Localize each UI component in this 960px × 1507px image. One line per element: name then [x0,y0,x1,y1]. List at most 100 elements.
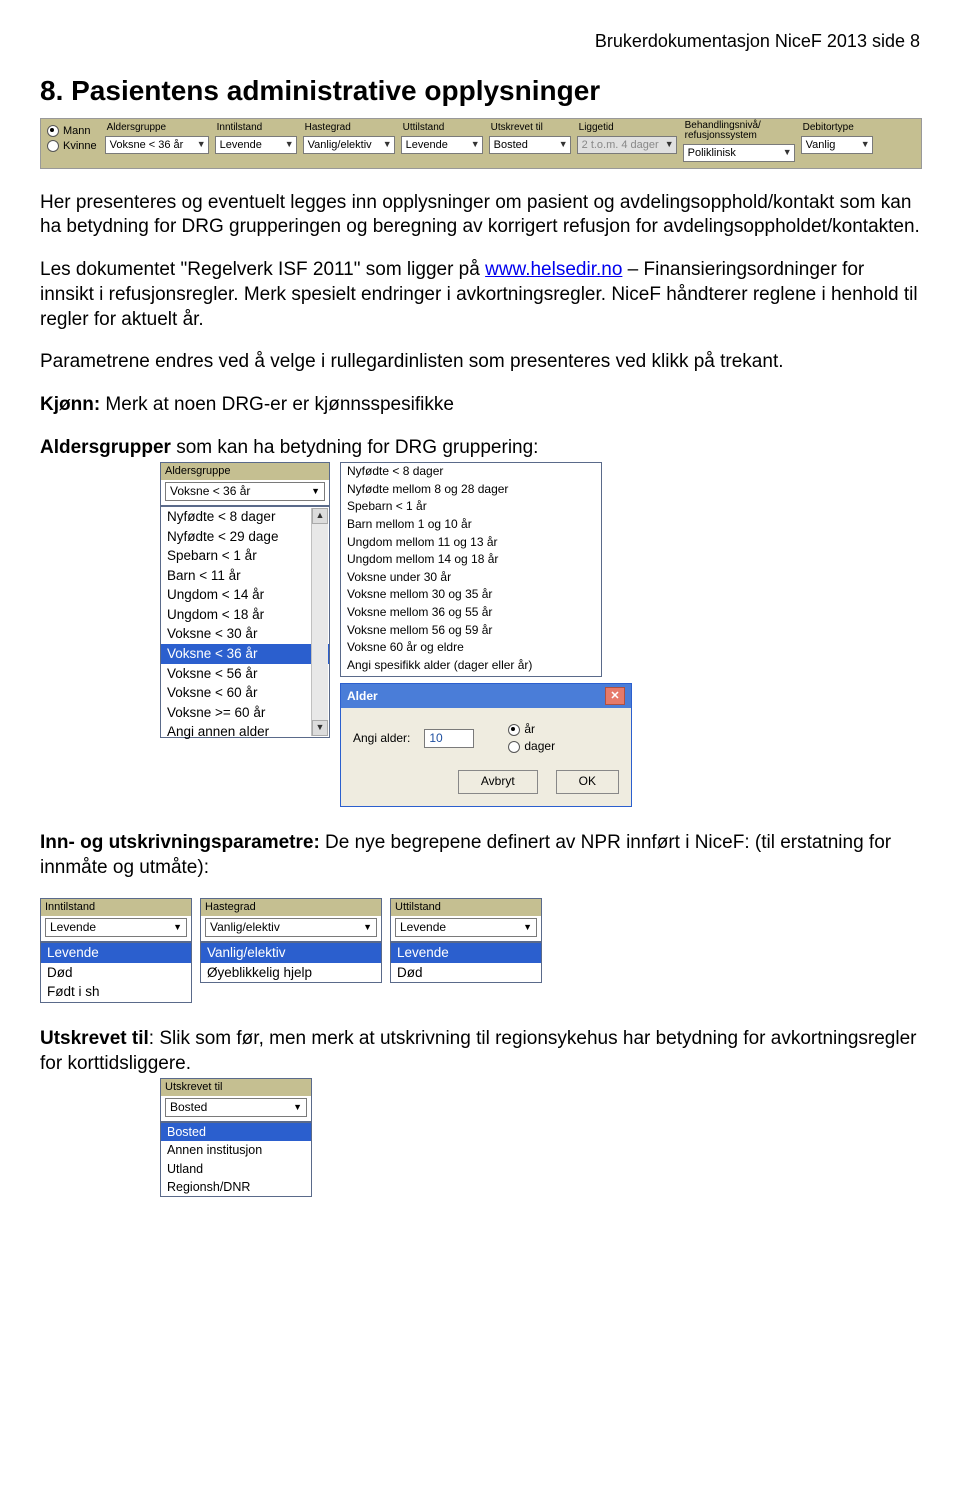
list-item[interactable]: Voksne < 36 år [161,644,329,664]
aldersgruppe-dropdown[interactable]: Voksne < 36 år ▼ [165,482,325,502]
list-item[interactable]: Nyfødte < 29 dage [161,527,329,547]
list-item[interactable]: Nyfødte mellom 8 og 28 dager [341,481,601,499]
utskrevet-dropdown[interactable]: Bosted ▼ [165,1098,307,1118]
list-item[interactable]: Voksne >= 60 år [161,703,329,723]
list-item[interactable]: Øyeblikkelig hjelp [201,963,381,983]
list-item[interactable]: Levende [41,943,191,963]
inntilstand-select[interactable]: Levende ▼ [215,136,297,154]
list-item[interactable]: Voksne < 30 år [161,624,329,644]
unit-dager[interactable]: dager [508,739,555,754]
list-item[interactable]: Voksne < 60 år [161,683,329,703]
list-item[interactable]: Nyfødte < 8 dager [161,507,329,527]
tb-value: Voksne < 36 år [110,138,184,152]
list-item[interactable]: Barn mellom 1 og 10 år [341,516,601,534]
scroll-up-icon[interactable]: ▲ [312,508,328,524]
tb-label: Uttilstand [401,121,483,134]
cancel-button[interactable]: Avbryt [458,770,538,794]
list-item[interactable]: Voksne 60 år og eldre [341,639,601,657]
scroll-down-icon[interactable]: ▼ [312,720,328,736]
uttilstand-select[interactable]: Levende▼ [401,136,483,154]
chevron-down-icon: ▼ [383,139,392,151]
body-paragraph: Les dokumentet "Regelverk ISF 2011" som … [40,258,920,332]
page-header: Brukerdokumentasjon NiceF 2013 side 8 [40,30,920,53]
debitortype-select[interactable]: Vanlig▼ [801,136,873,154]
list-item[interactable]: Død [391,963,541,983]
hastegrad-select[interactable]: Vanlig/elektiv▼ [303,136,395,154]
list-item[interactable]: Født i sh [41,982,191,1002]
tb-label: Behandlingsnivå/ refusjonssystem [683,121,795,142]
list-item[interactable]: Levende [391,943,541,963]
param-box: UttilstandLevende▼ [390,898,542,942]
aldersgruppe-select[interactable]: Voksne < 36 år ▼ [105,136,209,154]
chevron-down-icon: ▼ [523,922,532,934]
param-dropdown[interactable]: Vanlig/elektiv▼ [205,918,377,938]
radio-label: dager [524,739,555,755]
utskrevet-list[interactable]: BostedAnnen institusjonUtlandRegionsh/DN… [160,1122,312,1197]
list-item[interactable]: Ungdom < 14 år [161,585,329,605]
scrollbar[interactable]: ▲ ▼ [311,508,328,736]
list-item[interactable]: Barn < 11 år [161,566,329,586]
dialog-label: Angi alder: [353,731,410,747]
list-item[interactable]: Ungdom < 18 år [161,605,329,625]
param-dropdown[interactable]: Levende ▼ [395,918,537,938]
section-heading: 8. Pasientens administrative opplysninge… [40,73,920,109]
aldersgruppe-detail-list[interactable]: Nyfødte < 8 dagerNyfødte mellom 8 og 28 … [340,462,602,677]
param-list[interactable]: LevendeDød [390,942,542,983]
param-dropdown[interactable]: Levende▼ [45,918,187,938]
text: som kan ha betydning for DRG gruppering: [171,437,539,458]
body-paragraph: Aldersgrupper som kan ha betydning for D… [40,436,920,461]
list-item[interactable]: Ungdom mellom 14 og 18 år [341,551,601,569]
param-list[interactable]: Vanlig/elektivØyeblikkelig hjelp [200,942,382,983]
list-item[interactable]: Angi spesifikk alder (dager eller år) [341,657,601,675]
alder-input[interactable]: 10 [424,729,474,749]
list-item[interactable]: Vanlig/elektiv [201,943,381,963]
list-item[interactable]: Ungdom mellom 11 og 13 år [341,534,601,552]
gender-mann[interactable]: Mann [47,124,97,139]
list-item[interactable]: Spebarn < 1 år [341,498,601,516]
list-item[interactable]: Voksne mellom 30 og 35 år [341,586,601,604]
aldersgruppe-list[interactable]: Nyfødte < 8 dagerNyfødte < 29 dageSpebar… [160,506,330,738]
body-paragraph: Her presenteres og eventuelt legges inn … [40,191,920,240]
gender-mann-label: Mann [63,124,91,138]
list-item[interactable]: Bosted [161,1123,311,1141]
body-paragraph: Inn- og utskrivningsparametre: De nye be… [40,831,920,880]
list-item[interactable]: Voksne under 30 år [341,569,601,587]
dialog-title: Alder [347,689,378,705]
chevron-down-icon: ▼ [285,139,294,151]
utskrevettil-select[interactable]: Bosted▼ [489,136,571,154]
tb-label: Liggetid [577,121,677,134]
list-item[interactable]: Død [41,963,191,983]
behandlingsniva-select[interactable]: Poliklinisk▼ [683,144,795,162]
list-item[interactable]: Voksne < 56 år [161,664,329,684]
chevron-down-icon: ▼ [197,139,206,151]
utskrevet-til-label: Utskrevet til [40,1028,149,1049]
box-title: Utskrevet til [161,1079,311,1095]
utskrevet-box: Utskrevet til Bosted ▼ [160,1078,312,1122]
list-item[interactable]: Regionsh/DNR [161,1178,311,1196]
helsedir-link[interactable]: www.helsedir.no [485,259,622,280]
tb-label: Inntilstand [215,121,297,134]
patient-toolbar: Mann Kvinne Aldersgruppe Voksne < 36 år▼… [40,118,922,169]
close-icon[interactable]: ✕ [605,687,625,705]
ok-button[interactable]: OK [556,770,619,794]
list-item[interactable]: Utland [161,1160,311,1178]
text: Les dokumentet "Regelverk ISF 2011" som … [40,259,485,280]
list-item[interactable]: Annen institusjon [161,1141,311,1159]
box-value: Voksne < 36 år [170,484,250,500]
alder-dialog: Alder ✕ Angi alder: 10 år dager [340,683,632,807]
list-item[interactable]: Voksne mellom 36 og 55 år [341,604,601,622]
list-item[interactable]: Nyfødte < 8 dager [341,463,601,481]
param-list[interactable]: LevendeDødFødt i sh [40,942,192,1003]
box-value: Levende [400,920,446,936]
box-title: Aldersgruppe [161,463,329,479]
unit-ar[interactable]: år [508,722,555,737]
tb-value: Vanlig [806,138,836,152]
inn-utskrivning-label: Inn- og utskrivningsparametre: [40,832,320,853]
tb-value: Levende [220,138,262,152]
list-item[interactable]: Angi annen alder [161,722,329,742]
list-item[interactable]: Voksne mellom 56 og 59 år [341,622,601,640]
chevron-down-icon: ▼ [471,139,480,151]
gender-kvinne[interactable]: Kvinne [47,139,97,154]
list-item[interactable]: Spebarn < 1 år [161,546,329,566]
tb-label: Debitortype [801,121,873,134]
